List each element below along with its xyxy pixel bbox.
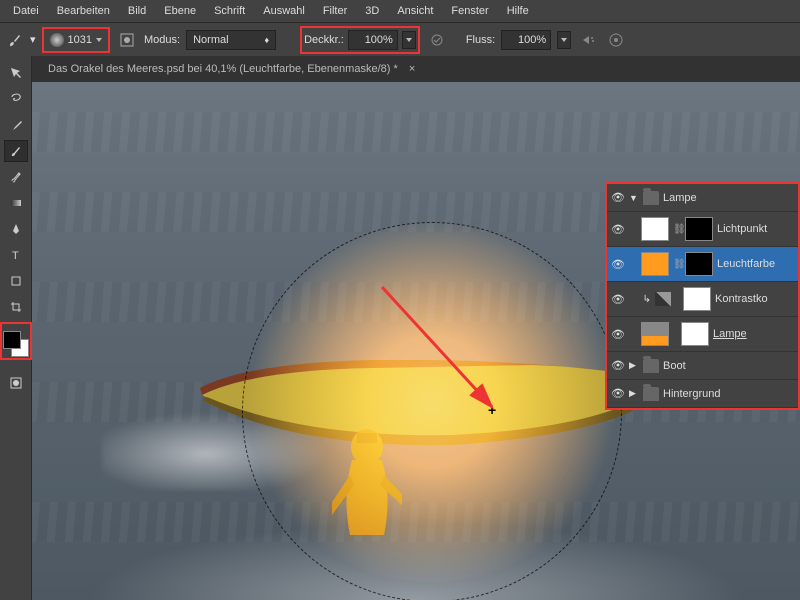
layer-name: Lichtpunkt — [717, 223, 794, 235]
blend-mode-value: Normal — [193, 34, 228, 46]
adjustment-icon — [655, 292, 671, 306]
mask-thumb — [683, 287, 711, 311]
clip-icon: ↳ — [629, 294, 651, 305]
layer-kontrast[interactable]: 👁 ↳ Kontrastko — [607, 282, 798, 317]
visibility-icon[interactable]: 👁 — [611, 328, 625, 341]
swatch-highlight — [0, 322, 32, 360]
menu-filter[interactable]: Filter — [314, 2, 356, 20]
eyedropper-tool[interactable] — [4, 114, 28, 136]
layer-lampe-smart[interactable]: 👁 Lampe — [607, 317, 798, 352]
chevron-down-icon — [561, 38, 567, 42]
layer-lichtpunkt[interactable]: 👁 ⛓ Lichtpunkt — [607, 212, 798, 247]
move-tool[interactable] — [4, 62, 28, 84]
layer-name: Kontrastko — [715, 293, 794, 305]
history-brush-tool[interactable] — [4, 166, 28, 188]
visibility-icon[interactable]: 👁 — [611, 191, 625, 204]
flow-input[interactable]: 100% — [501, 30, 551, 50]
visibility-icon[interactable]: 👁 — [611, 258, 625, 271]
visibility-icon[interactable]: 👁 — [611, 223, 625, 236]
pressure-size-icon[interactable] — [605, 29, 627, 51]
chevron-down-icon — [96, 38, 102, 42]
svg-text:T: T — [12, 250, 19, 262]
layer-group-hintergrund[interactable]: 👁 ▶ Hintergrund — [607, 380, 798, 408]
document-area: Das Orakel des Meeres.psd bei 40,1% (Leu… — [32, 56, 800, 600]
foreground-color[interactable] — [3, 331, 21, 349]
blend-mode-select[interactable]: Normal ♦ — [186, 30, 276, 50]
brush-size-highlight: 1031 — [42, 27, 110, 53]
layer-group-lampe[interactable]: 👁 ▼ Lampe — [607, 184, 798, 212]
brush-size-value: 1031 — [68, 34, 92, 46]
menu-select[interactable]: Auswahl — [254, 2, 314, 20]
brush-panel-toggle[interactable] — [116, 29, 138, 51]
chevron-down-icon — [406, 38, 412, 42]
opacity-input[interactable]: 100% — [348, 30, 398, 50]
opacity-dropdown[interactable] — [402, 31, 416, 49]
brush-preset-picker[interactable]: 1031 — [46, 31, 106, 49]
layer-name: Lampe — [713, 328, 794, 340]
menu-layer[interactable]: Ebene — [155, 2, 205, 20]
pressure-opacity-icon[interactable] — [426, 29, 448, 51]
folder-icon — [643, 191, 659, 205]
options-bar: ▾ 1031 Modus: Normal ♦ Deckkr.: 100% Flu… — [0, 22, 800, 56]
document-tab[interactable]: Das Orakel des Meeres.psd bei 40,1% (Leu… — [40, 59, 423, 79]
mask-thumb — [685, 217, 713, 241]
flow-dropdown[interactable] — [557, 31, 571, 49]
layer-name: Hintergrund — [663, 388, 794, 400]
pen-tool[interactable] — [4, 218, 28, 240]
menu-file[interactable]: Datei — [4, 2, 48, 20]
menu-window[interactable]: Fenster — [442, 2, 497, 20]
layer-thumb — [641, 217, 669, 241]
flow-label: Fluss: — [466, 34, 495, 46]
menu-view[interactable]: Ansicht — [388, 2, 442, 20]
fold-icon[interactable]: ▶ — [629, 388, 639, 399]
mode-label: Modus: — [144, 34, 180, 46]
gradient-tool[interactable] — [4, 192, 28, 214]
opacity-highlight: Deckkr.: 100% — [300, 26, 420, 54]
menu-3d[interactable]: 3D — [356, 2, 388, 20]
color-swatches[interactable] — [3, 331, 29, 357]
tool-palette: T — [0, 56, 32, 600]
opacity-label: Deckkr.: — [304, 34, 344, 46]
link-icon: ⛓ — [673, 224, 681, 235]
visibility-icon[interactable]: 👁 — [611, 359, 625, 372]
folder-icon — [643, 359, 659, 373]
visibility-icon[interactable]: 👁 — [611, 293, 625, 306]
layer-name: Boot — [663, 360, 794, 372]
brush-tool-icon[interactable] — [6, 31, 24, 49]
fisherman-icon — [332, 425, 402, 545]
link-icon: ⛓ — [673, 259, 681, 270]
canvas[interactable]: + 👁 ▼ Lampe 👁 ⛓ Lich — [32, 82, 800, 600]
layer-name: Leuchtfarbe — [717, 258, 794, 270]
menu-bar: Datei Bearbeiten Bild Ebene Schrift Ausw… — [0, 0, 800, 22]
type-tool[interactable]: T — [4, 244, 28, 266]
fold-icon[interactable]: ▶ — [629, 360, 639, 371]
layer-name: Lampe — [663, 192, 794, 204]
crop-tool[interactable] — [4, 296, 28, 318]
menu-edit[interactable]: Bearbeiten — [48, 2, 119, 20]
layer-thumb — [641, 322, 669, 346]
fold-icon[interactable]: ▼ — [629, 193, 639, 203]
visibility-icon[interactable]: 👁 — [611, 387, 625, 400]
mask-thumb — [685, 252, 713, 276]
layer-group-boot[interactable]: 👁 ▶ Boot — [607, 352, 798, 380]
menu-help[interactable]: Hilfe — [498, 2, 538, 20]
airbrush-icon[interactable] — [577, 29, 599, 51]
layer-leuchtfarbe[interactable]: 👁 ⛓ Leuchtfarbe — [607, 247, 798, 282]
menu-type[interactable]: Schrift — [205, 2, 254, 20]
brush-tool[interactable] — [4, 140, 28, 162]
menu-image[interactable]: Bild — [119, 2, 155, 20]
layer-thumb — [641, 252, 669, 276]
lasso-tool[interactable] — [4, 88, 28, 110]
layers-panel: 👁 ▼ Lampe 👁 ⛓ Lichtpunkt 👁 — [605, 182, 800, 410]
quickmask-tool[interactable] — [4, 372, 28, 394]
mask-thumb — [681, 322, 709, 346]
document-tabs: Das Orakel des Meeres.psd bei 40,1% (Leu… — [32, 56, 800, 82]
close-tab-icon[interactable]: × — [409, 63, 415, 75]
brush-dot-icon — [50, 33, 64, 47]
shape-tool[interactable] — [4, 270, 28, 292]
annotation-arrow — [377, 282, 517, 432]
folder-icon — [643, 387, 659, 401]
